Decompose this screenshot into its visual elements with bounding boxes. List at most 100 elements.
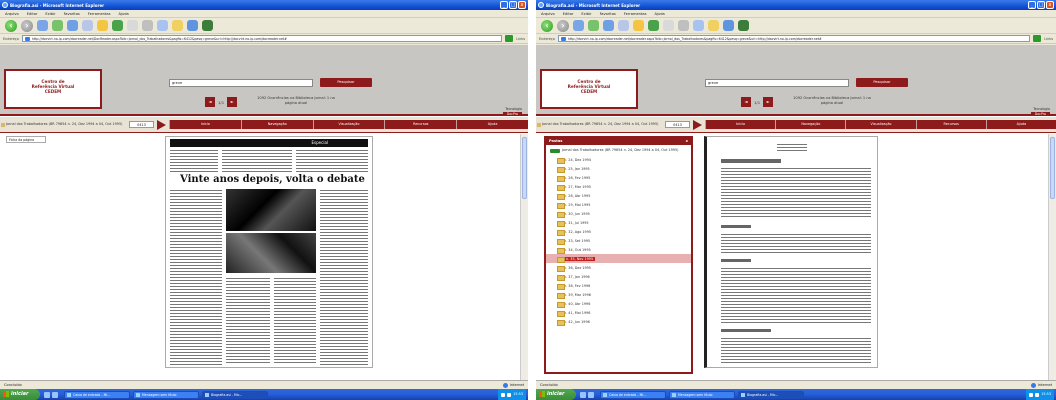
folder-icon[interactable]	[708, 20, 719, 31]
tree-item[interactable]: n. 25, Jan 1995	[546, 164, 691, 173]
task-button[interactable]: Caixa de entrada - Mi...	[600, 390, 666, 399]
tree-item[interactable]: n. 32, Ago 1995	[546, 227, 691, 236]
refresh-icon[interactable]	[588, 20, 599, 31]
messenger-icon[interactable]	[723, 20, 734, 31]
start-button[interactable]: iniciar	[0, 389, 40, 400]
forward-button[interactable]: ›	[557, 19, 569, 32]
tree-item[interactable]: n. 41, Mai 1996	[546, 308, 691, 317]
next-hit-button[interactable]: ►	[763, 97, 774, 107]
tree-item[interactable]: n. 24, Dez 1994	[546, 155, 691, 164]
address-input[interactable]: http://docvirt.no-ip.com/docreader.net/D…	[21, 35, 503, 42]
favorites-icon[interactable]	[633, 20, 644, 31]
menu-editar[interactable]: Editar	[563, 12, 574, 16]
tab-navegacao[interactable]: Navegação	[775, 120, 846, 129]
tree-item[interactable]: n. 37, Jan 1996	[546, 272, 691, 281]
address-input[interactable]: http://docvirt.no-ip.com/docreader.net/d…	[557, 35, 1031, 42]
tree-item[interactable]: n. 28, Abr 1995	[546, 191, 691, 200]
folder-tree-title[interactable]: Pastas	[546, 138, 691, 145]
folder-icon[interactable]	[172, 20, 183, 31]
site-logo[interactable]: Centro de Referência Virtual CEDEM	[4, 69, 102, 109]
menu-ferramentas[interactable]: Ferramentas	[624, 12, 647, 16]
back-button[interactable]: ‹	[5, 19, 17, 32]
document-viewer[interactable]: Ficha da página Especial Vinte anos depo…	[0, 134, 528, 380]
page-number-input[interactable]: 0413	[129, 121, 154, 128]
tree-item[interactable]: n. 33, Set 1995	[546, 236, 691, 245]
history-icon[interactable]	[112, 20, 123, 31]
vertical-scrollbar[interactable]	[1048, 134, 1056, 380]
tree-item[interactable]: n. 42, Jun 1996	[546, 317, 691, 326]
close-button[interactable]: x	[518, 1, 526, 9]
tab-recursos[interactable]: Recursos	[384, 120, 457, 129]
links-label[interactable]: Links	[1044, 37, 1053, 41]
tray-icon[interactable]	[1029, 392, 1034, 397]
search-input[interactable]: greve	[705, 79, 849, 87]
tab-recursos[interactable]: Recursos	[915, 120, 986, 129]
mail-icon[interactable]	[663, 20, 674, 31]
tree-item-selected[interactable]: n. 35, Nov 1995	[546, 254, 691, 263]
page-number-input[interactable]: 0413	[665, 121, 690, 128]
tree-item[interactable]: n. 29, Mai 1995	[546, 200, 691, 209]
maximize-button[interactable]: □	[1037, 1, 1045, 9]
menu-exibir[interactable]: Exibir	[581, 12, 591, 16]
tree-item[interactable]: n. 27, Mar 1995	[546, 182, 691, 191]
refresh-icon[interactable]	[52, 20, 63, 31]
home-icon[interactable]	[603, 20, 614, 31]
vertical-scrollbar[interactable]	[520, 134, 528, 380]
search-input[interactable]: greve	[169, 79, 313, 87]
tab-inicio[interactable]: Início	[705, 120, 776, 129]
quick-launch-icon[interactable]	[44, 391, 50, 398]
messenger-icon[interactable]	[187, 20, 198, 31]
edit-icon[interactable]	[693, 20, 704, 31]
research-icon[interactable]	[738, 20, 749, 31]
menu-ferramentas[interactable]: Ferramentas	[88, 12, 111, 16]
tree-item[interactable]: n. 38, Fev 1996	[546, 281, 691, 290]
search-icon[interactable]	[82, 20, 93, 31]
search-button[interactable]: Pesquisar	[856, 78, 908, 87]
tree-item[interactable]: n. 31, Jul 1995	[546, 218, 691, 227]
menu-favoritos[interactable]: Favoritos	[64, 12, 80, 16]
menu-ajuda[interactable]: Ajuda	[118, 12, 128, 16]
go-page-arrow-icon[interactable]	[157, 119, 166, 130]
tab-ajuda[interactable]: Ajuda	[456, 120, 528, 129]
tray-icon[interactable]	[507, 392, 512, 397]
menu-arquivo[interactable]: Arquivo	[5, 12, 19, 16]
task-button-active[interactable]: Biografia.asi - Mic...	[738, 390, 804, 399]
tab-navegacao[interactable]: Navegação	[240, 120, 313, 129]
tray-icon[interactable]	[1035, 392, 1040, 397]
home-icon[interactable]	[67, 20, 78, 31]
next-hit-button[interactable]: ►	[227, 97, 238, 107]
forward-button[interactable]: ›	[21, 19, 33, 32]
quick-launch-icon[interactable]	[580, 391, 586, 398]
print-icon[interactable]	[142, 20, 153, 31]
menu-exibir[interactable]: Exibir	[45, 12, 55, 16]
close-button[interactable]: x	[1046, 1, 1054, 9]
minimize-button[interactable]: _	[500, 1, 508, 9]
research-icon[interactable]	[202, 20, 213, 31]
tree-item[interactable]: n. 36, Dez 1995	[546, 263, 691, 272]
edit-icon[interactable]	[157, 20, 168, 31]
mail-icon[interactable]	[127, 20, 138, 31]
site-logo[interactable]: Centro de Referência Virtual CEDEM	[540, 69, 638, 109]
menu-arquivo[interactable]: Arquivo	[541, 12, 555, 16]
task-button[interactable]: Caixa de entrada - Mi...	[64, 390, 130, 399]
tab-visualizacao[interactable]: Visualização	[312, 120, 385, 129]
print-icon[interactable]	[678, 20, 689, 31]
task-button-active[interactable]: Biografia.asi - Mic...	[202, 390, 268, 399]
prev-hit-button[interactable]: ◄	[741, 97, 751, 107]
start-button[interactable]: iniciar	[536, 389, 576, 400]
minimize-button[interactable]: _	[1028, 1, 1036, 9]
history-icon[interactable]	[648, 20, 659, 31]
tree-item[interactable]: n. 39, Mar 1996	[546, 290, 691, 299]
search-icon[interactable]	[618, 20, 629, 31]
menu-editar[interactable]: Editar	[27, 12, 38, 16]
tree-item[interactable]: n. 40, Abr 1996	[546, 299, 691, 308]
tree-root[interactable]: Jornal dos Trabalhadores (BR 79854 n. 24…	[546, 145, 691, 155]
tab-visualizacao[interactable]: Visualização	[845, 120, 916, 129]
maximize-button[interactable]: □	[509, 1, 517, 9]
go-button[interactable]	[505, 35, 514, 42]
prev-hit-button[interactable]: ◄	[205, 97, 215, 107]
search-button[interactable]: Pesquisar	[320, 78, 372, 87]
title-bar[interactable]: Biografia.asi - Microsoft Internet Explo…	[536, 0, 1056, 10]
stop-icon[interactable]	[573, 20, 584, 31]
task-button[interactable]: Mensagem sem título	[669, 390, 735, 399]
